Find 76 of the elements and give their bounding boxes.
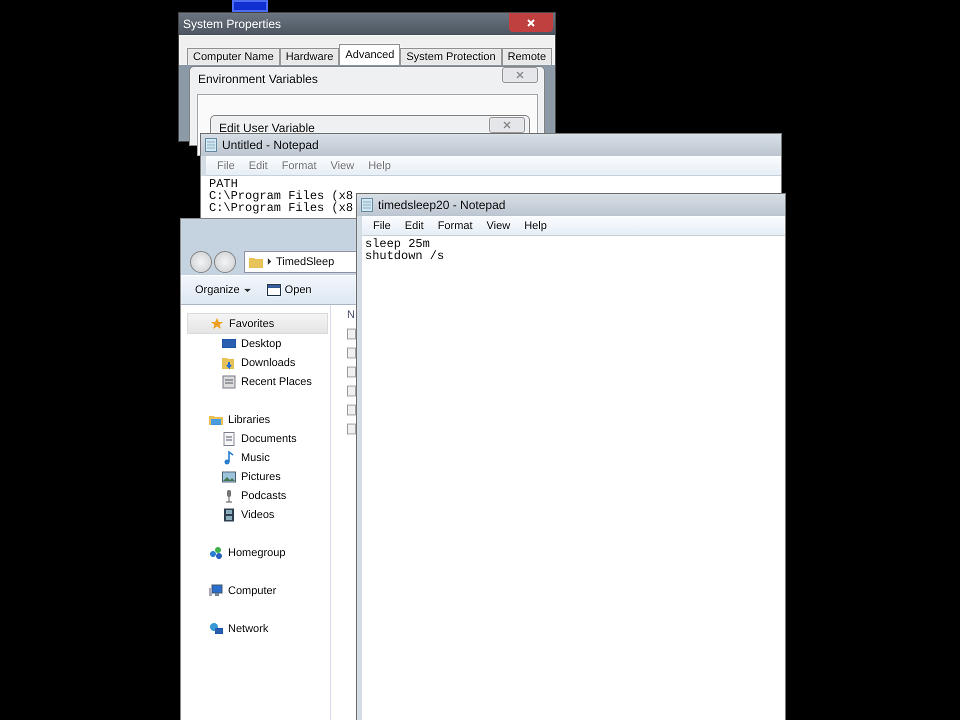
file-icon[interactable] (347, 328, 356, 340)
window-title: Untitled - Notepad (222, 138, 319, 152)
menu-item[interactable]: Help (517, 218, 554, 234)
notepad-icon (361, 198, 373, 212)
film-icon (222, 508, 236, 522)
close-button[interactable] (489, 117, 525, 133)
file-icon[interactable] (347, 347, 356, 359)
folder-icon (249, 256, 263, 268)
notepad-icon (205, 138, 217, 152)
menu-item[interactable]: View (480, 218, 518, 234)
address-bar[interactable]: TimedSleep (244, 250, 359, 272)
breadcrumb: TimedSleep (276, 256, 334, 268)
star-icon (210, 316, 224, 330)
picture-icon (222, 470, 236, 484)
document-icon (222, 432, 236, 446)
tab[interactable]: Hardware (280, 48, 340, 65)
downloads-folder-icon (222, 356, 236, 370)
tab[interactable]: Remote (502, 48, 552, 65)
tab[interactable]: Advanced (339, 44, 400, 65)
dialog-title: Environment Variables (198, 72, 318, 86)
menu-item[interactable]: Format (274, 158, 324, 174)
homegroup-icon (209, 546, 223, 560)
nav-item[interactable]: Pictures (187, 467, 328, 486)
window-title: System Properties (183, 17, 282, 31)
tab[interactable]: Computer Name (187, 48, 280, 65)
text-area[interactable]: sleep 25m shutdown /s (362, 236, 785, 720)
text-line: PATH (209, 178, 238, 190)
text-line: shutdown /s (365, 250, 446, 262)
text-line: sleep 25m (365, 238, 430, 250)
text-line: C:\Program Files (x8 (209, 202, 353, 214)
open-button[interactable]: Open (266, 283, 312, 297)
music-note-icon (222, 450, 236, 464)
recent-places-icon (222, 374, 236, 388)
nav-item[interactable]: Homegroup (187, 543, 328, 562)
menu-item[interactable]: Edit (398, 218, 431, 234)
nav-item[interactable]: Music (187, 448, 328, 467)
chevron-right-icon (267, 258, 272, 265)
organize-button[interactable]: Organize (195, 284, 251, 296)
column-header[interactable]: N (347, 309, 356, 321)
file-icon[interactable] (347, 404, 356, 416)
nav-item[interactable]: Desktop (187, 334, 328, 353)
nav-item[interactable]: Podcasts (187, 486, 328, 505)
close-button[interactable] (502, 67, 538, 83)
network-icon (209, 622, 223, 636)
caret-icon (244, 288, 251, 292)
close-icon (526, 18, 536, 28)
window-title: timedsleep20 - Notepad (378, 198, 506, 212)
menu-item[interactable]: Help (361, 158, 398, 174)
close-icon (515, 70, 525, 80)
back-button[interactable] (190, 250, 212, 272)
close-button[interactable] (509, 13, 553, 32)
file-icon[interactable] (347, 423, 356, 435)
nav-item[interactable]: Videos (187, 505, 328, 524)
file-icon[interactable] (347, 366, 356, 378)
nav-item[interactable]: Libraries (187, 410, 328, 429)
menu-item[interactable]: File (366, 218, 398, 234)
menu-item[interactable]: View (324, 158, 362, 174)
text-line: C:\Program Files (x8 (209, 190, 353, 202)
window-icon (266, 283, 281, 297)
computer-icon (209, 584, 223, 598)
close-icon (502, 120, 512, 130)
nav-item[interactable]: Computer (187, 581, 328, 600)
tab[interactable]: System Protection (400, 48, 502, 65)
desktop-icon (222, 336, 236, 350)
nav-item[interactable]: Network (187, 619, 328, 638)
menu-item[interactable]: Edit (242, 158, 275, 174)
nav-item[interactable]: Downloads (187, 353, 328, 372)
desktop-app-icon[interactable] (232, 0, 268, 12)
nav-item[interactable]: Recent Places (187, 372, 328, 391)
dialog-title: Edit User Variable (219, 121, 315, 135)
nav-item[interactable]: Documents (187, 429, 328, 448)
menu-item[interactable]: Format (430, 218, 480, 234)
nav-item[interactable]: Favorites (187, 313, 328, 334)
menu-item[interactable]: File (210, 158, 242, 174)
forward-button[interactable] (214, 250, 236, 272)
file-icon[interactable] (347, 385, 356, 397)
